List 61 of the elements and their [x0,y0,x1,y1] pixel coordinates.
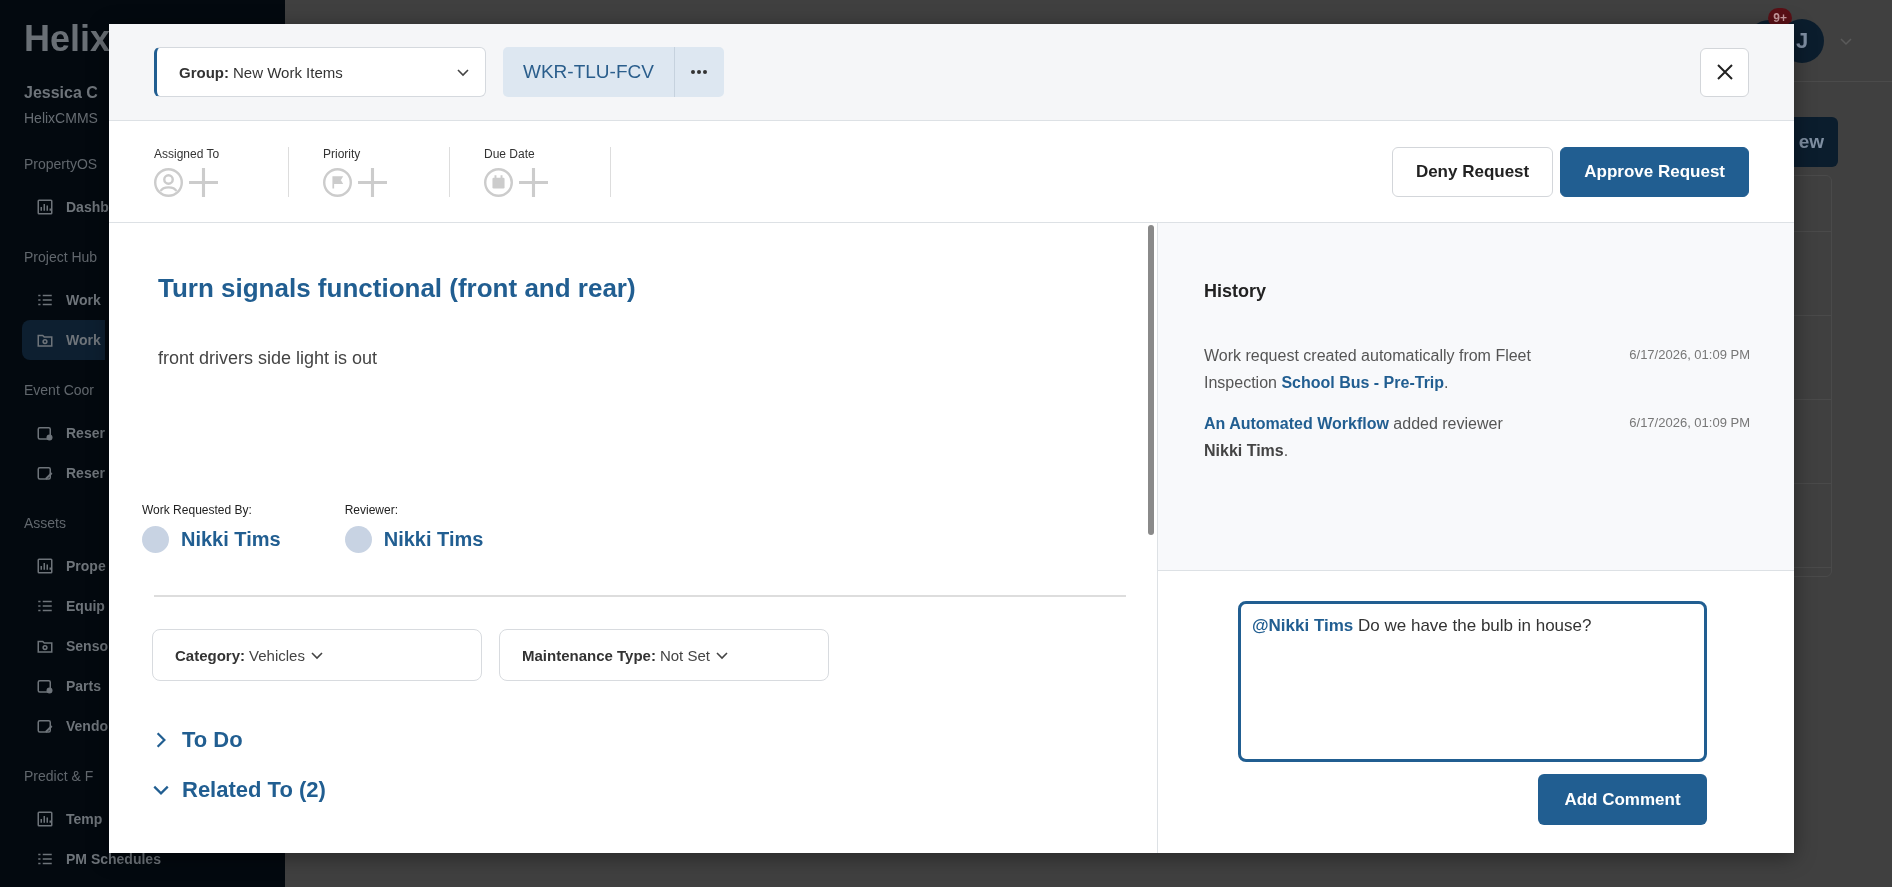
select-dropdown[interactable]: Maintenance Type: Not Set [499,629,829,681]
sidebar-section-title: PropertyOS [24,156,98,172]
history-entry: Work request created automatically from Fleet Inspection School Bus - Pre-Trip. [1204,346,1532,393]
avatar-placeholder [344,526,372,553]
sidebar-item[interactable]: Reser [22,453,105,493]
section-toggle[interactable]: To Do [152,727,243,753]
field-label: Assigned To [154,146,221,161]
menu-item-icon [36,557,54,575]
user-name: Jessica C [24,84,98,102]
menu-item-icon [36,424,54,442]
person-label: Work Requested By: [142,503,253,517]
flag-icon[interactable] [323,167,352,197]
plus-icon[interactable] [358,167,387,197]
history-link[interactable]: School Bus - Pre-Trip [1281,374,1445,391]
sidebar-item[interactable]: Temp [22,799,105,839]
sidebar-section-title: Predict & F [24,768,94,784]
scrollbar[interactable] [1148,225,1154,535]
history-timestamp: 6/17/2026, 01:09 PM [1629,347,1750,364]
select-dropdown[interactable]: Category: Vehicles [152,629,482,681]
history-title: History [1204,281,1267,302]
close-icon [1715,63,1734,81]
sidebar-item[interactable]: Work [22,320,105,360]
add-comment-button[interactable]: Add Comment [1538,774,1707,825]
history-link[interactable]: An Automated Workflow [1204,415,1389,432]
sidebar-section-title: Project Hub [24,249,98,265]
calendar-icon[interactable] [484,167,513,197]
deny-button[interactable]: Deny Request [1391,146,1554,197]
menu-item-icon [36,810,54,828]
field-label: Priority [323,146,362,161]
menu-item-icon [36,677,54,695]
request-title: Turn signals functional (front and rear) [158,273,637,304]
sidebar-section-title: Assets [24,515,66,531]
avatar-placeholder [142,526,169,553]
menu-item-icon [36,198,54,216]
person-label: Reviewer: [344,503,400,517]
sidebar-item[interactable]: PM Schedules [22,839,161,879]
app-logo: Helix [24,18,111,60]
request-description: front drivers side light is out [158,348,379,369]
user-icon[interactable] [154,167,183,197]
section-toggle[interactable]: Related To (2) [152,777,326,803]
comment-field[interactable]: @Nikki Tims Do we have the bulb in house? [1238,601,1707,762]
plus-icon[interactable] [189,167,218,197]
sidebar-item[interactable]: Reser [22,413,105,453]
group-dropdown[interactable]: Group: New Work Items [154,47,486,97]
menu-item-icon [36,717,54,735]
person-name[interactable]: Nikki Tims [181,528,281,551]
history-timestamp: 6/17/2026, 01:09 PM [1629,415,1750,432]
approve-button[interactable]: Approve Request [1560,146,1749,197]
sidebar-item[interactable]: Work [22,280,105,320]
sidebar-item[interactable]: Prope [22,546,105,586]
menu-item-icon [36,464,54,482]
history-entry: An Automated Workflow added reviewer Nikki Tims. [1204,414,1504,461]
organization-name: HelixCMMS [24,110,98,126]
sidebar-item[interactable]: Equip [22,586,105,626]
person-name[interactable]: Nikki Tims [383,528,484,551]
plus-icon[interactable] [519,167,548,197]
sidebar-section-title: Event Coor [24,382,95,398]
field-label: Due Date [484,146,536,161]
close-button[interactable] [1700,47,1749,97]
more-icon [690,69,709,75]
sidebar-item[interactable]: Parts [22,666,105,706]
